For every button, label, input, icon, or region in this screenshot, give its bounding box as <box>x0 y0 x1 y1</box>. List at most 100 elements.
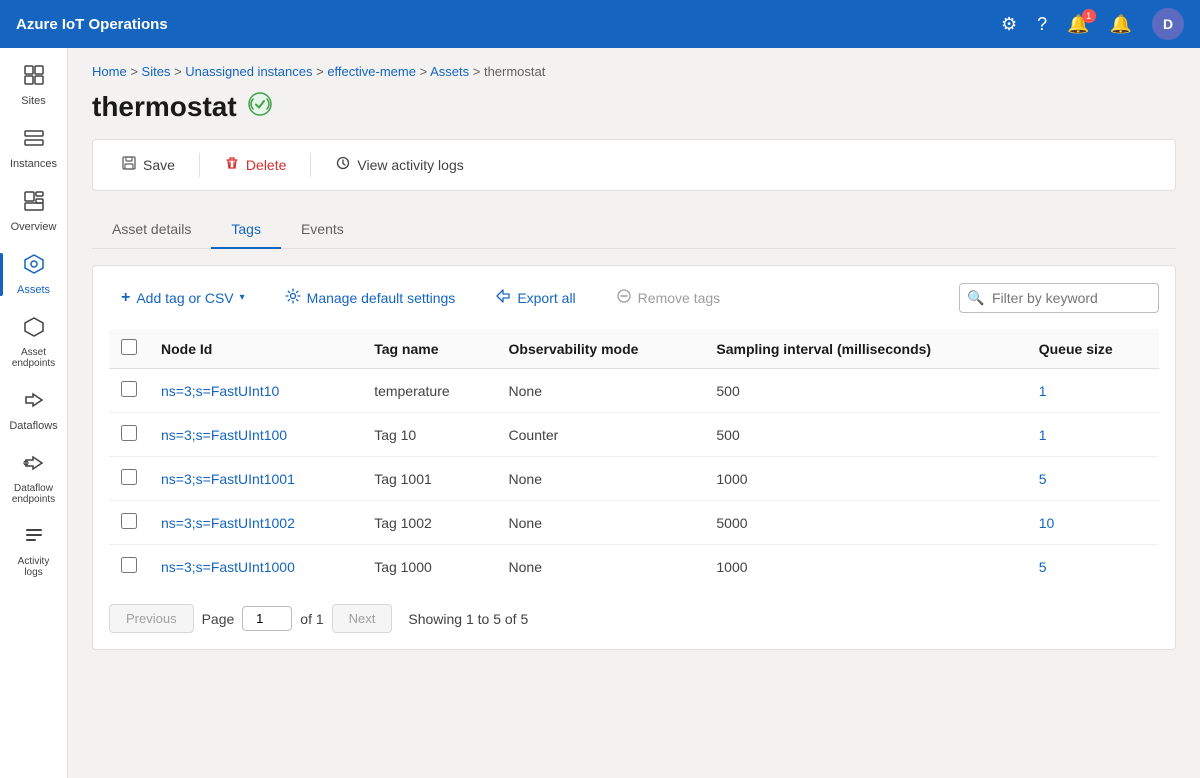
row-sampling-interval: 500 <box>704 413 1026 457</box>
notification-badge: 1 <box>1082 9 1096 23</box>
sidebar-label-activity-logs: Activity logs <box>8 556 60 578</box>
node-id-link-4[interactable]: ns=3;s=FastUInt1000 <box>161 559 295 575</box>
select-all-column <box>109 329 149 369</box>
instances-icon <box>23 127 45 155</box>
breadcrumb-sites[interactable]: Sites <box>142 64 171 79</box>
row-checkbox-2[interactable] <box>121 469 137 485</box>
row-checkbox-0[interactable] <box>121 381 137 397</box>
row-checkbox-cell <box>109 545 149 589</box>
sidebar-item-dataflow-endpoints[interactable]: Dataflow endpoints <box>4 444 64 513</box>
sidebar-item-activity-logs[interactable]: Activity logs <box>4 517 64 586</box>
breadcrumb-home[interactable]: Home <box>92 64 127 79</box>
filter-input[interactable] <box>959 283 1159 313</box>
overview-icon <box>23 190 45 218</box>
row-checkbox-cell <box>109 369 149 413</box>
remove-tags-button[interactable]: Remove tags <box>604 282 732 313</box>
table-header-row: Node Id Tag name Observability mode Samp… <box>109 329 1159 369</box>
row-node-id: ns=3;s=FastUInt1002 <box>149 501 362 545</box>
view-activity-logs-label: View activity logs <box>357 157 463 173</box>
table-row: ns=3;s=FastUInt1000 Tag 1000 None 1000 5 <box>109 545 1159 589</box>
breadcrumb-effective-meme[interactable]: effective-meme <box>327 64 416 79</box>
notification-icon[interactable]: 🔔 1 <box>1067 14 1089 35</box>
tab-tags[interactable]: Tags <box>211 211 281 249</box>
topbar-icons: ⚙ ? 🔔 1 🔔 D <box>1001 8 1184 40</box>
settings-icon[interactable]: ⚙ <box>1001 14 1017 35</box>
sidebar-item-sites[interactable]: Sites <box>4 56 64 115</box>
row-node-id: ns=3;s=FastUInt1000 <box>149 545 362 589</box>
breadcrumb-assets[interactable]: Assets <box>430 64 469 79</box>
filter-input-wrap: 🔍 <box>959 283 1159 313</box>
row-queue-size: 10 <box>1027 501 1159 545</box>
view-activity-logs-button[interactable]: View activity logs <box>323 149 475 182</box>
sampling-interval-column: Sampling interval (milliseconds) <box>704 329 1026 369</box>
view-activity-icon <box>335 155 351 176</box>
row-observability-mode: Counter <box>497 413 705 457</box>
table-body: ns=3;s=FastUInt10 temperature None 500 1… <box>109 369 1159 589</box>
add-icon: + <box>121 289 130 307</box>
next-button[interactable]: Next <box>332 604 393 633</box>
next-label: Next <box>349 611 376 626</box>
manage-settings-button[interactable]: Manage default settings <box>273 282 468 313</box>
sidebar-label-dataflows: Dataflows <box>9 420 57 432</box>
breadcrumb-unassigned-instances[interactable]: Unassigned instances <box>185 64 312 79</box>
remove-tags-label: Remove tags <box>638 290 720 306</box>
sidebar-label-instances: Instances <box>10 158 57 170</box>
help-icon[interactable]: ? <box>1037 14 1047 35</box>
assets-icon <box>23 253 45 281</box>
row-observability-mode: None <box>497 501 705 545</box>
page-title: thermostat <box>92 91 237 123</box>
node-id-column: Node Id <box>149 329 362 369</box>
tab-events[interactable]: Events <box>281 211 364 249</box>
remove-icon <box>616 288 632 307</box>
row-checkbox-1[interactable] <box>121 425 137 441</box>
previous-button[interactable]: Previous <box>109 604 194 633</box>
delete-label: Delete <box>246 157 286 173</box>
sidebar: Sites Instances Overview Assets Asset en… <box>0 48 68 778</box>
sites-icon <box>23 64 45 92</box>
row-node-id: ns=3;s=FastUInt100 <box>149 413 362 457</box>
avatar[interactable]: D <box>1152 8 1184 40</box>
delete-button[interactable]: Delete <box>212 149 298 182</box>
add-tag-dropdown-icon: ▾ <box>240 292 245 303</box>
manage-settings-label: Manage default settings <box>307 290 456 306</box>
row-tag-name: Tag 1000 <box>362 545 496 589</box>
select-all-checkbox[interactable] <box>121 339 137 355</box>
node-id-link-3[interactable]: ns=3;s=FastUInt1002 <box>161 515 295 531</box>
tag-name-column: Tag name <box>362 329 496 369</box>
row-sampling-interval: 1000 <box>704 457 1026 501</box>
row-sampling-interval: 500 <box>704 369 1026 413</box>
row-tag-name: Tag 1002 <box>362 501 496 545</box>
row-node-id: ns=3;s=FastUInt1001 <box>149 457 362 501</box>
save-button[interactable]: Save <box>109 149 187 182</box>
sidebar-item-instances[interactable]: Instances <box>4 119 64 178</box>
main-layout: Sites Instances Overview Assets Asset en… <box>0 48 1200 778</box>
row-checkbox-4[interactable] <box>121 557 137 573</box>
showing-text: Showing 1 to 5 of 5 <box>408 611 528 627</box>
node-id-link-1[interactable]: ns=3;s=FastUInt100 <box>161 427 287 443</box>
toolbar-divider-2 <box>310 153 311 177</box>
node-id-link-2[interactable]: ns=3;s=FastUInt1001 <box>161 471 295 487</box>
toolbar-card: Save Delete View activity logs <box>92 139 1176 191</box>
export-all-button[interactable]: Export all <box>483 282 587 313</box>
page-input[interactable] <box>242 606 292 631</box>
sidebar-label-asset-endpoints: Asset endpoints <box>8 347 60 369</box>
add-tag-button[interactable]: + Add tag or CSV ▾ <box>109 283 257 313</box>
sidebar-item-asset-endpoints[interactable]: Asset endpoints <box>4 308 64 377</box>
tab-asset-details[interactable]: Asset details <box>92 211 211 249</box>
table-card: + Add tag or CSV ▾ Manage default settin… <box>92 265 1176 650</box>
total-pages: 1 <box>316 611 324 627</box>
table-toolbar: + Add tag or CSV ▾ Manage default settin… <box>109 282 1159 313</box>
sidebar-item-dataflows[interactable]: Dataflows <box>4 381 64 440</box>
status-connected-icon <box>247 91 273 123</box>
gear-icon <box>285 288 301 307</box>
node-id-link-0[interactable]: ns=3;s=FastUInt10 <box>161 383 279 399</box>
tabs-row: Asset details Tags Events <box>92 211 1176 249</box>
dataflows-icon <box>23 389 45 417</box>
row-checkbox-3[interactable] <box>121 513 137 529</box>
sidebar-item-assets[interactable]: Assets <box>4 245 64 304</box>
alert-icon[interactable]: 🔔 <box>1110 14 1132 35</box>
row-checkbox-cell <box>109 501 149 545</box>
sidebar-item-overview[interactable]: Overview <box>4 182 64 241</box>
page-title-row: thermostat <box>92 91 1176 123</box>
toolbar-divider-1 <box>199 153 200 177</box>
